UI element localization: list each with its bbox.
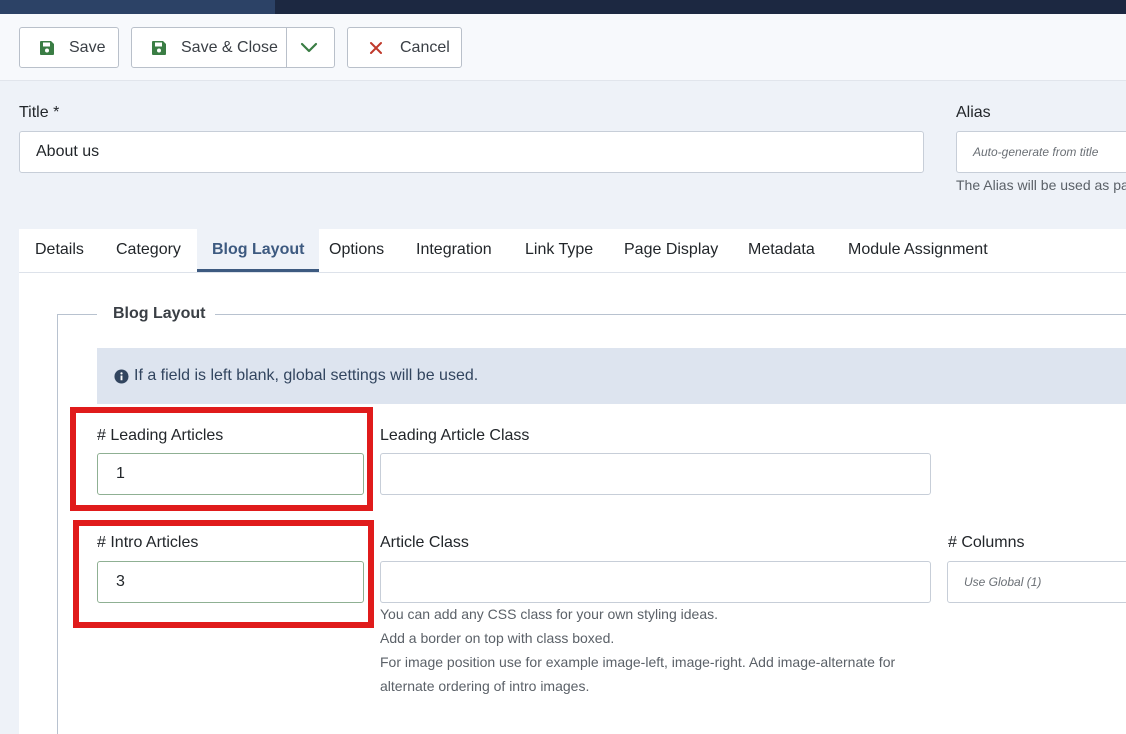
cancel-label: Cancel — [400, 38, 450, 56]
tab-options[interactable]: Options — [329, 229, 384, 272]
tab-metadata[interactable]: Metadata — [748, 229, 815, 272]
alias-input[interactable]: Auto-generate from title — [956, 131, 1126, 173]
tab-details[interactable]: Details — [35, 229, 84, 272]
floppy-disk-icon — [151, 40, 167, 56]
save-and-close-label: Save & Close — [181, 38, 278, 56]
title-label: Title * — [19, 104, 60, 121]
alias-hint: The Alias will be used as pa — [956, 177, 1126, 193]
tab-category[interactable]: Category — [116, 229, 181, 272]
top-header-bar — [0, 0, 1126, 14]
toolbar: Save Save & Close Cancel — [0, 14, 1126, 81]
highlight-box-leading-articles — [70, 407, 373, 511]
highlight-box-intro-articles — [73, 520, 374, 628]
info-circle-icon — [114, 368, 129, 384]
cancel-button[interactable]: Cancel — [347, 27, 462, 68]
tab-bar: Details Category Blog Layout Options Int… — [19, 229, 1126, 273]
help-text-line: For image position use for example image… — [380, 654, 896, 670]
article-class-input[interactable] — [380, 561, 931, 603]
columns-label: # Columns — [948, 534, 1025, 551]
help-text-line: alternate ordering of intro images. — [380, 678, 590, 694]
save-and-close-button[interactable]: Save & Close — [131, 27, 335, 68]
close-icon — [368, 40, 384, 56]
split-divider — [286, 28, 287, 67]
tab-link-type[interactable]: Link Type — [525, 229, 593, 272]
fieldset-border — [57, 314, 58, 734]
title-input[interactable]: About us — [19, 131, 924, 173]
save-label: Save — [69, 38, 106, 56]
floppy-disk-icon — [39, 40, 55, 56]
columns-select[interactable]: Use Global (1) — [947, 561, 1126, 603]
header-sidebar-section — [0, 0, 275, 14]
info-alert: If a field is left blank, global setting… — [97, 348, 1126, 404]
tab-integration[interactable]: Integration — [416, 229, 492, 272]
info-alert-text: If a field is left blank, global setting… — [134, 367, 479, 384]
article-class-label: Article Class — [380, 534, 469, 551]
tab-blog-layout[interactable]: Blog Layout — [197, 229, 320, 272]
leading-article-class-input[interactable] — [380, 453, 931, 495]
help-text-line: Add a border on top with class boxed. — [380, 630, 615, 646]
fieldset-border — [57, 314, 97, 315]
leading-article-class-label: Leading Article Class — [380, 427, 530, 444]
help-text-line: You can add any CSS class for your own s… — [380, 606, 719, 622]
chevron-down-icon[interactable] — [300, 41, 318, 55]
save-button[interactable]: Save — [19, 27, 119, 68]
tab-module-assignment[interactable]: Module Assignment — [848, 229, 988, 272]
tab-page-display[interactable]: Page Display — [624, 229, 718, 272]
fieldset-border — [215, 314, 1126, 315]
alias-label: Alias — [956, 104, 991, 121]
fieldset-legend: Blog Layout — [113, 305, 206, 322]
